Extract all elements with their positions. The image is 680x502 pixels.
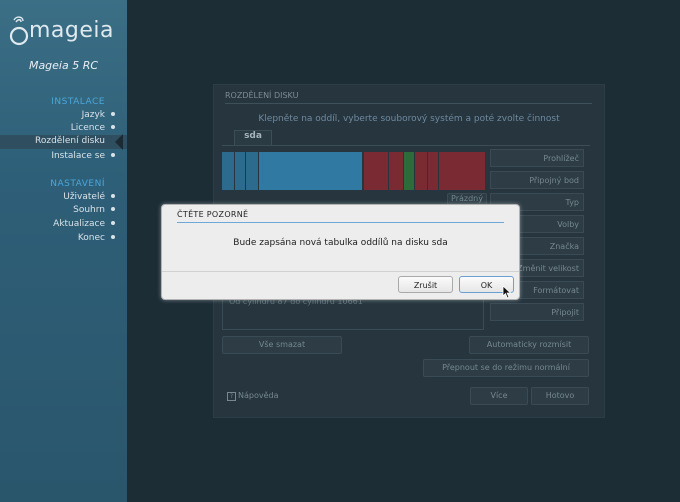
partition-7[interactable] — [415, 152, 427, 190]
logo-text: mageia — [29, 18, 115, 43]
partition-4[interactable] — [364, 152, 388, 190]
partition-main[interactable] — [259, 152, 362, 190]
mount-button[interactable]: Připojit — [490, 303, 584, 321]
sidebar-item-license[interactable]: Licence — [71, 123, 115, 133]
version-label: Mageia 5 RC — [28, 59, 99, 72]
cancel-button[interactable]: Zrušit — [398, 276, 453, 293]
panel-divider — [225, 103, 592, 104]
warning-dialog: ČTĚTE POZORNĚ Bude zapsána nová tabulka … — [161, 204, 520, 300]
sidebar-item-partitioning[interactable]: Rozdělení disku — [0, 134, 127, 150]
disk-tabbar: sda — [222, 130, 590, 146]
section-install: INSTALACE — [51, 97, 105, 107]
dialog-title-underline — [177, 222, 504, 223]
delete-all-button[interactable]: Vše smazat — [222, 336, 342, 354]
browser-button[interactable]: Prohlížeč — [490, 149, 584, 167]
active-chevron-icon — [115, 134, 123, 150]
panel-hint: Klepněte na oddíl, vyberte souborový sys… — [258, 114, 560, 124]
section-settings: NASTAVENÍ — [50, 179, 105, 189]
sidebar-item-exit[interactable]: Konec — [78, 233, 115, 243]
more-button[interactable]: Více — [470, 387, 528, 405]
help-label[interactable]: Nápověda — [238, 391, 279, 400]
partition-1[interactable] — [222, 152, 234, 190]
dialog-separator — [162, 271, 519, 272]
sidebar-item-users[interactable]: Uživatelé — [63, 192, 115, 202]
sidebar: mageia Mageia 5 RC INSTALACE Jazyk Licen… — [0, 0, 127, 502]
auto-allocate-button[interactable]: Automaticky rozmísit — [469, 336, 589, 354]
tab-sda[interactable]: sda — [234, 130, 272, 145]
sidebar-item-summary[interactable]: Souhrn — [73, 205, 115, 215]
partition-5[interactable] — [389, 152, 403, 190]
panel-title: ROZDĚLENÍ DISKU — [225, 91, 299, 100]
partition-2[interactable] — [235, 152, 245, 190]
partition-8[interactable] — [428, 152, 438, 190]
dialog-title: ČTĚTE POZORNĚ — [177, 210, 249, 219]
partition-6[interactable] — [404, 152, 414, 190]
dialog-message: Bude zapsána nová tabulka oddílů na disk… — [233, 238, 448, 248]
partition-3[interactable] — [246, 152, 258, 190]
normal-mode-button[interactable]: Přepnout se do režimu normální — [423, 359, 589, 377]
partition-9[interactable] — [439, 152, 485, 190]
done-button[interactable]: Hotovo — [531, 387, 589, 405]
sidebar-item-install[interactable]: Instalace se — [51, 151, 115, 161]
help-icon[interactable]: ? — [227, 392, 236, 401]
mount-point-button[interactable]: Připojný bod — [490, 171, 584, 189]
sidebar-item-updates[interactable]: Aktualizace — [53, 219, 115, 229]
sidebar-item-language[interactable]: Jazyk — [82, 110, 115, 120]
mouse-cursor-icon — [502, 285, 512, 299]
